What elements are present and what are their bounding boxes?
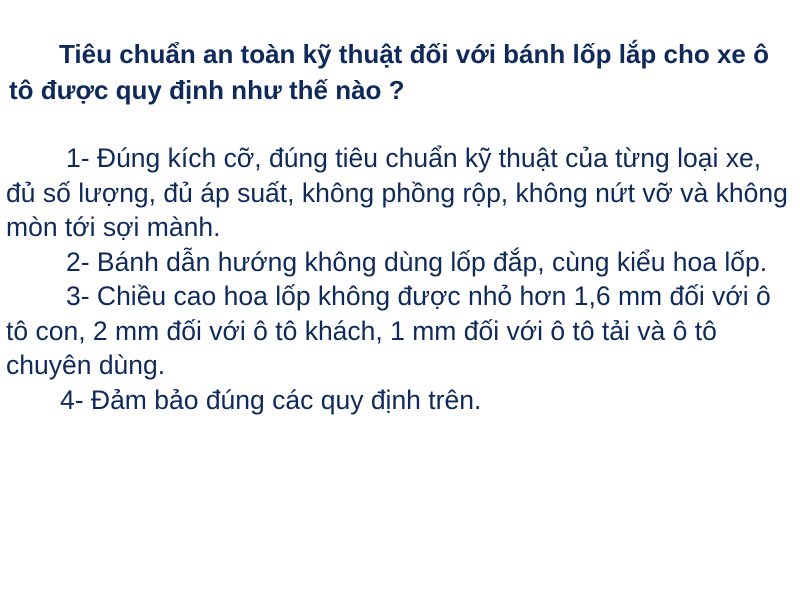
answer-list: 1- Đúng kích cỡ, đúng tiêu chuẩn kỹ thuậ… xyxy=(6,141,796,417)
answer-option-4[interactable]: 4- Đảm bảo đúng các quy định trên. xyxy=(6,383,796,418)
answer-option-1[interactable]: 1- Đúng kích cỡ, đúng tiêu chuẩn kỹ thuậ… xyxy=(6,141,796,245)
slide: Tiêu chuẩn an toàn kỹ thuật đối với bánh… xyxy=(0,0,800,600)
question-text: Tiêu chuẩn an toàn kỹ thuật đối với bánh… xyxy=(9,39,769,105)
answer-option-3[interactable]: 3- Chiều cao hoa lốp không được nhỏ hơn … xyxy=(6,279,796,383)
answer-option-2[interactable]: 2- Bánh dẫn hướng không dùng lốp đắp, cù… xyxy=(6,245,796,280)
